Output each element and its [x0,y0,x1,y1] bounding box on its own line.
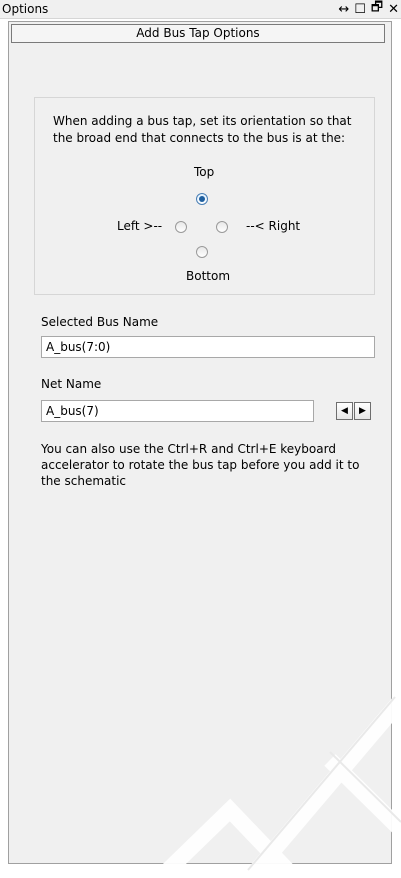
arrow-left-icon[interactable]: ◀ [336,402,353,420]
orientation-description: When adding a bus tap, set its orientati… [53,114,352,145]
panel-header: Add Bus Tap Options [11,24,385,43]
info-text: You can also use the Ctrl+R and Ctrl+E k… [41,442,360,488]
float-icon[interactable]: 🗗 [371,0,383,20]
top-label: Top [194,165,215,179]
title-bar: Options ↔ ☐ 🗗 ✕ [0,0,401,19]
bottom-label: Bottom [186,269,231,283]
radio-top[interactable] [196,193,208,205]
radio-left[interactable] [175,221,187,233]
radio-bottom[interactable] [196,246,208,258]
selected-bus-label: Selected Bus Name [41,315,159,329]
right-label: --< Right [246,219,301,233]
radio-right[interactable] [216,221,228,233]
window-title: Options [2,2,49,16]
left-label: Left >-- [117,219,163,233]
close-icon[interactable]: ✕ [388,2,399,17]
net-name-label: Net Name [41,377,102,391]
maximize-icon[interactable]: ☐ [354,2,366,17]
selected-bus-field[interactable]: A_bus(7:0) [41,336,375,358]
resize-arrows-icon[interactable]: ↔ [338,2,349,17]
title-bar-controls: ↔ ☐ 🗗 ✕ [338,0,399,18]
arrow-right-icon[interactable]: ▶ [354,402,371,420]
net-name-field[interactable]: A_bus(7) [41,400,314,422]
